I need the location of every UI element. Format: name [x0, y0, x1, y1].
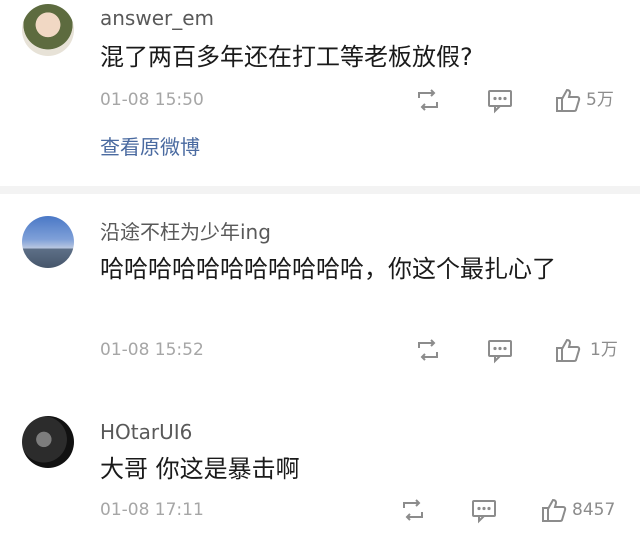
comment-time: 01-08 15:52 [100, 340, 204, 360]
comment-meta-row: 01-08 17:11 8457 [0, 496, 640, 524]
comment-meta-row: 01-08 15:52 1万 [0, 336, 640, 364]
reply-icon[interactable] [486, 86, 514, 114]
comment-username[interactable]: answer_em [100, 6, 214, 30]
comment-username[interactable]: HOtarUI6 [100, 420, 192, 444]
comment-feed: answer_em 混了两百多年还在打工等老板放假? 01-08 15:50 5… [0, 0, 640, 552]
repost-icon[interactable] [414, 336, 442, 364]
like-icon[interactable] [540, 496, 568, 524]
comment-item: answer_em 混了两百多年还在打工等老板放假? 01-08 15:50 5… [0, 0, 640, 186]
like-count: 1万 [590, 340, 618, 360]
repost-icon[interactable] [399, 496, 427, 524]
comment-text: 哈哈哈哈哈哈哈哈哈哈哈，你这个最扎心了 [100, 255, 556, 283]
like-icon[interactable] [554, 336, 582, 364]
reply-icon[interactable] [486, 336, 514, 364]
avatar[interactable] [22, 4, 74, 56]
comment-username[interactable]: 沿途不枉为少年ing [100, 220, 271, 244]
reply-icon[interactable] [470, 496, 498, 524]
avatar[interactable] [22, 416, 74, 468]
comment-time: 01-08 15:50 [100, 90, 204, 110]
repost-icon[interactable] [414, 86, 442, 114]
comment-time: 01-08 17:11 [100, 500, 204, 520]
section-divider [0, 186, 640, 194]
view-original-link[interactable]: 查看原微博 [100, 132, 200, 162]
comment-text: 混了两百多年还在打工等老板放假? [100, 43, 473, 71]
comment-text: 大哥 你这是暴击啊 [100, 455, 300, 483]
comment-item: HOtarUI6 大哥 你这是暴击啊 01-08 17:11 8457 [0, 394, 640, 552]
like-count: 5万 [586, 90, 614, 110]
comment-item: 沿途不枉为少年ing 哈哈哈哈哈哈哈哈哈哈哈，你这个最扎心了 01-08 15:… [0, 194, 640, 394]
like-count: 8457 [572, 500, 616, 520]
avatar[interactable] [22, 216, 74, 268]
comment-meta-row: 01-08 15:50 5万 [0, 86, 640, 114]
like-icon[interactable] [554, 86, 582, 114]
